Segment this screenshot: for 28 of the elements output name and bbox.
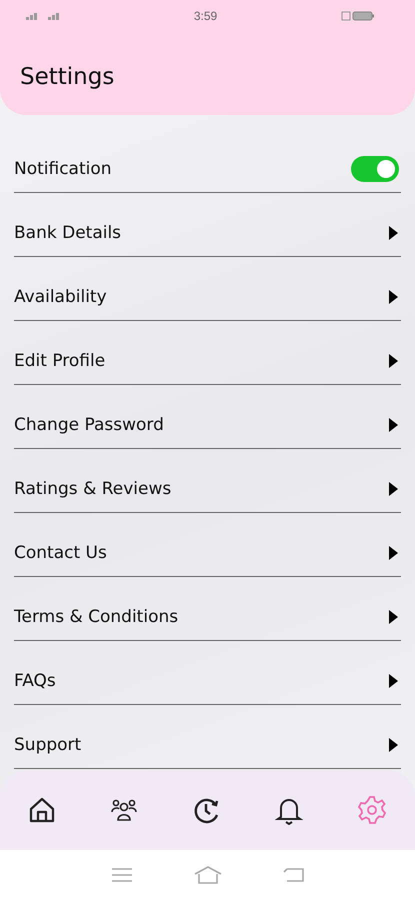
chevron-icon: [388, 480, 399, 496]
notification-toggle[interactable]: [351, 156, 399, 182]
settings-item[interactable]: Edit Profile: [14, 321, 401, 385]
settings-icon[interactable]: [357, 795, 387, 825]
chevron-icon: [388, 608, 399, 624]
home-icon[interactable]: [28, 796, 56, 824]
settings-item[interactable]: Bank Details: [14, 193, 401, 257]
settings-item[interactable]: Terms & Conditions: [14, 577, 401, 641]
settings-item[interactable]: Support: [14, 705, 401, 769]
chevron-icon: [388, 224, 399, 240]
home-key-icon[interactable]: [194, 866, 222, 884]
chevron-icon: [388, 672, 399, 688]
menu-icon[interactable]: [110, 867, 132, 883]
back-icon[interactable]: [282, 867, 304, 883]
chevron-icon: [388, 288, 399, 304]
settings-item[interactable]: Contact Us: [14, 513, 401, 577]
chevron-icon: [388, 736, 399, 752]
settings-item[interactable]: Change Password: [14, 385, 401, 449]
status-time: 3:59: [194, 9, 218, 23]
page-title: Settings: [19, 63, 116, 90]
settings-item[interactable]: Availability: [14, 257, 401, 321]
chevron-icon: [388, 352, 399, 368]
chevron-icon: [388, 416, 399, 432]
settings-item[interactable]: Ratings & Reviews: [14, 449, 401, 513]
settings-item[interactable]: Notification: [14, 129, 401, 193]
chevron-icon: [388, 544, 399, 560]
battery-icon: [340, 11, 375, 21]
settings-item[interactable]: FAQs: [14, 641, 401, 705]
